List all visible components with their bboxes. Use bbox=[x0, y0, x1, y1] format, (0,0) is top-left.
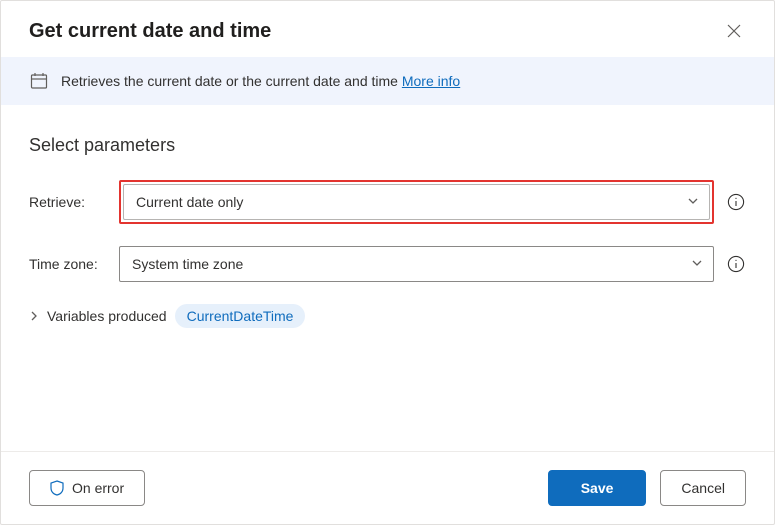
chevron-down-icon bbox=[687, 194, 699, 210]
variable-chip[interactable]: CurrentDateTime bbox=[175, 304, 306, 328]
info-icon bbox=[727, 193, 745, 211]
dialog-footer: On error Save Cancel bbox=[1, 451, 774, 524]
cancel-label: Cancel bbox=[681, 480, 725, 496]
info-bar: Retrieves the current date or the curren… bbox=[1, 57, 774, 105]
dialog: Get current date and time Retrieves the … bbox=[0, 0, 775, 525]
timezone-label: Time zone: bbox=[29, 256, 119, 272]
dialog-header: Get current date and time bbox=[1, 1, 774, 57]
retrieve-select[interactable]: Current date only bbox=[123, 184, 710, 220]
timezone-value: System time zone bbox=[132, 256, 243, 272]
variables-label: Variables produced bbox=[47, 308, 167, 324]
dialog-title: Get current date and time bbox=[29, 20, 271, 43]
chevron-down-icon bbox=[691, 256, 703, 272]
footer-right: Save Cancel bbox=[548, 470, 746, 506]
close-icon bbox=[727, 24, 741, 38]
shield-icon bbox=[50, 480, 64, 496]
calendar-icon bbox=[29, 71, 49, 91]
info-description: Retrieves the current date or the curren… bbox=[61, 73, 402, 89]
param-row-retrieve: Retrieve: Current date only bbox=[29, 180, 746, 224]
save-label: Save bbox=[581, 480, 614, 496]
info-icon bbox=[727, 255, 745, 273]
retrieve-label: Retrieve: bbox=[29, 194, 119, 210]
param-row-timezone: Time zone: System time zone bbox=[29, 246, 746, 282]
cancel-button[interactable]: Cancel bbox=[660, 470, 746, 506]
section-title: Select parameters bbox=[29, 135, 746, 156]
timezone-select[interactable]: System time zone bbox=[119, 246, 714, 282]
chevron-right-icon bbox=[29, 311, 39, 321]
timezone-info-button[interactable] bbox=[726, 254, 746, 274]
retrieve-value: Current date only bbox=[136, 194, 243, 210]
info-bar-text: Retrieves the current date or the curren… bbox=[61, 73, 460, 89]
save-button[interactable]: Save bbox=[548, 470, 647, 506]
on-error-label: On error bbox=[72, 480, 124, 496]
on-error-button[interactable]: On error bbox=[29, 470, 145, 506]
retrieve-info-button[interactable] bbox=[726, 192, 746, 212]
timezone-select-wrap: System time zone bbox=[119, 246, 714, 282]
more-info-link[interactable]: More info bbox=[402, 73, 460, 89]
dialog-body: Select parameters Retrieve: Current date… bbox=[1, 105, 774, 451]
retrieve-select-wrap: Current date only bbox=[119, 180, 714, 224]
variables-produced-toggle[interactable]: Variables produced CurrentDateTime bbox=[29, 304, 746, 328]
close-button[interactable] bbox=[722, 19, 746, 43]
